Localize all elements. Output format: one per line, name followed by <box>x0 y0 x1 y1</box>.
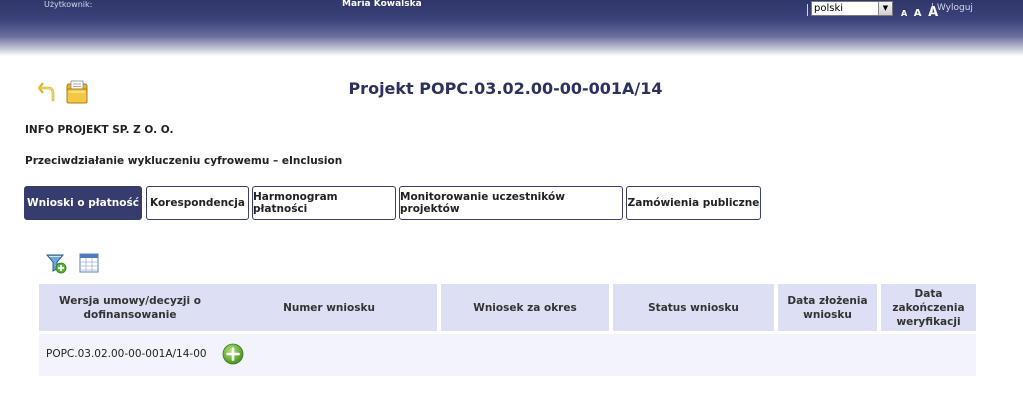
top-bar: Użytkownik: Maria Kowalska polski ▼ A A … <box>0 0 1023 56</box>
logout-area: | Wyloguj <box>931 3 973 13</box>
user-label: Użytkownik: <box>44 0 93 9</box>
logout-separator: | <box>931 3 935 13</box>
column-header-agreement-version[interactable]: Wersja umowy/decyzji o dofinansowanie <box>39 284 221 331</box>
project-name: Przeciwdziałanie wykluczeniu cyfrowemu –… <box>25 155 343 167</box>
tab-public-procurement[interactable]: Zamówienia publiczne <box>626 186 761 220</box>
project-title-text: Projekt POPC.03.02.00-00-001A/14 <box>348 79 663 98</box>
chevron-down-icon[interactable]: ▼ <box>878 2 892 15</box>
logout-link[interactable]: Wyloguj <box>937 3 973 13</box>
tab-participant-monitoring[interactable]: Monitorowanie uczestników projektów <box>399 186 623 220</box>
column-header-request-status[interactable]: Status wniosku <box>613 284 774 331</box>
user-name: Maria Kowalska <box>342 0 422 9</box>
filter-add-icon[interactable] <box>45 252 67 274</box>
tab-correspondence[interactable]: Korespondencja <box>146 186 249 220</box>
separator <box>807 4 808 16</box>
font-size-small-button[interactable]: A <box>901 9 907 18</box>
column-header-verification-end-date[interactable]: Data zakończenia weryfikacji <box>881 284 976 331</box>
font-size-medium-button[interactable]: A <box>914 8 922 19</box>
column-header-request-number[interactable]: Numer wniosku <box>221 284 437 331</box>
language-select-value: polski <box>814 3 844 14</box>
column-header-submission-date[interactable]: Data złożenia wniosku <box>778 284 877 331</box>
columns-icon[interactable] <box>79 253 99 273</box>
column-header-request-period[interactable]: Wniosek za okres <box>441 284 609 331</box>
add-icon[interactable] <box>222 343 244 365</box>
beneficiary-name: INFO PROJEKT SP. Z O. O. <box>25 124 174 136</box>
page-title: Projekt POPC.03.02.00-00-001A/14 <box>0 79 1023 98</box>
agreement-version-cell: POPC.03.02.00-00-001A/14-00 <box>46 348 207 360</box>
tab-payment-requests[interactable]: Wnioski o płatność <box>24 186 142 220</box>
language-select[interactable]: polski ▼ <box>811 1 893 16</box>
tab-payment-schedule[interactable]: Harmonogram płatności <box>252 186 396 220</box>
